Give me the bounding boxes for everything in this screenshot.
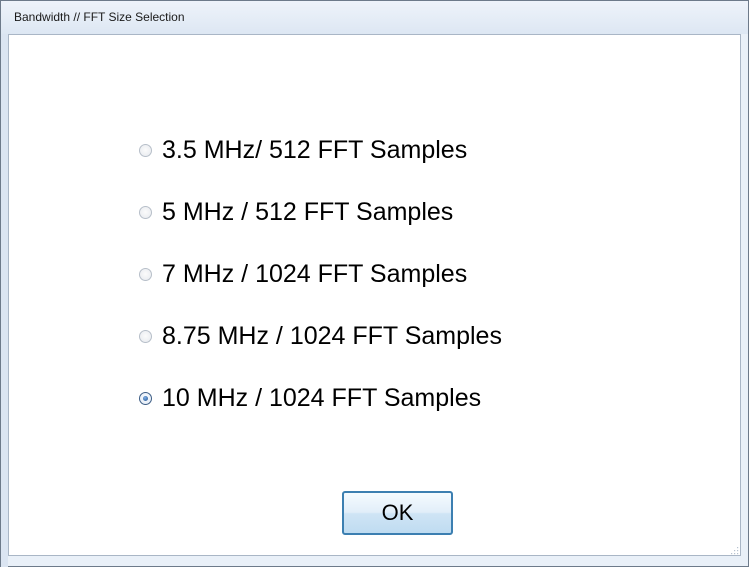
option-3-5-mhz[interactable]: 3.5 MHz/ 512 FFT Samples — [139, 130, 659, 170]
option-8-75-mhz[interactable]: 8.75 MHz / 1024 FFT Samples — [139, 316, 659, 356]
radio-button[interactable] — [139, 329, 152, 343]
option-7-mhz[interactable]: 7 MHz / 1024 FFT Samples — [139, 254, 659, 294]
title-bar[interactable]: Bandwidth // FFT Size Selection — [1, 1, 748, 34]
option-label: 5 MHz / 512 FFT Samples — [162, 197, 454, 226]
option-5-mhz[interactable]: 5 MHz / 512 FFT Samples — [139, 192, 659, 232]
dialog-window: Bandwidth // FFT Size Selection 3.5 MHz/… — [0, 0, 749, 567]
option-label: 8.75 MHz / 1024 FFT Samples — [162, 321, 502, 350]
radio-button[interactable] — [139, 267, 152, 281]
dialog-content: 3.5 MHz/ 512 FFT Samples 5 MHz / 512 FFT… — [8, 34, 741, 556]
option-label: 3.5 MHz/ 512 FFT Samples — [162, 135, 468, 164]
ok-button[interactable]: OK — [342, 491, 453, 535]
resize-grip-icon[interactable] — [729, 545, 739, 555]
radio-button-selected[interactable] — [139, 391, 152, 405]
radio-dot-icon — [143, 395, 148, 401]
window-title: Bandwidth // FFT Size Selection — [14, 10, 185, 24]
window-frame-left — [1, 34, 8, 567]
radio-button[interactable] — [139, 143, 152, 157]
option-label: 10 MHz / 1024 FFT Samples — [162, 383, 482, 412]
option-label: 7 MHz / 1024 FFT Samples — [162, 259, 468, 288]
radio-button[interactable] — [139, 205, 152, 219]
option-10-mhz[interactable]: 10 MHz / 1024 FFT Samples — [139, 378, 659, 418]
